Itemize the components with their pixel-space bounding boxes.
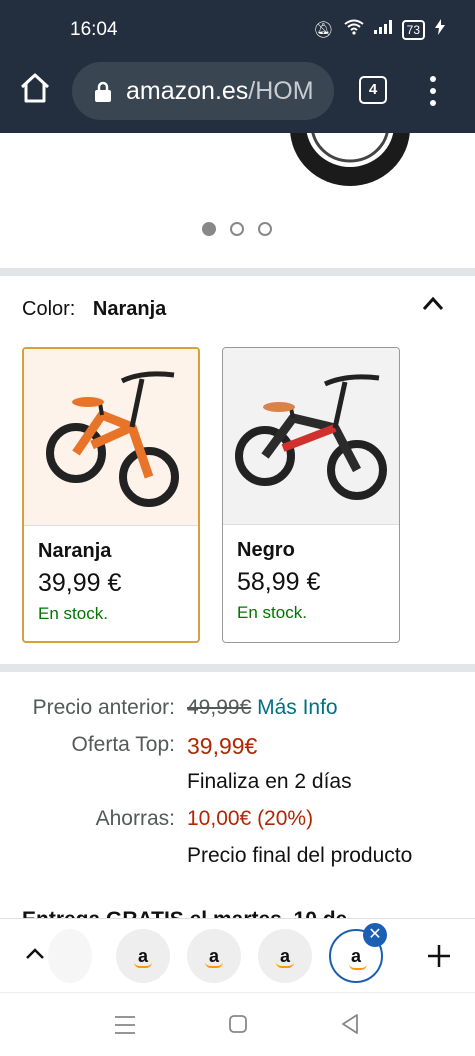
url-text: amazon.es/HOM [126,77,314,106]
color-selected-value: Naranja [92,298,167,320]
url-domain: amazon.es [126,76,249,105]
carousel-dot[interactable] [202,222,216,236]
more-info-link[interactable]: Más Info [257,696,338,719]
option-name: Negro [237,539,295,561]
color-option-info: Naranja 39,99 € En stock. [24,525,198,624]
tab-thumbnail[interactable]: a [258,929,312,983]
tab-switcher-button[interactable]: 4 [359,76,387,104]
url-path: /HOM [248,76,314,105]
offer-ends-text: Finaliza en 2 días [187,770,352,793]
offer-price: 39,99€ [187,733,258,759]
previous-price-value: 49,99€ [187,696,252,719]
chevron-up-icon[interactable] [422,294,444,312]
offer-label: Oferta Top: [71,733,175,756]
url-bar[interactable]: amazon.es/HOM [72,62,334,120]
color-option-negro[interactable]: Negro 58,99 € En stock. [222,347,400,643]
system-navigation-bar [0,992,475,1056]
overflow-menu-icon[interactable] [424,76,442,106]
home-nav-icon[interactable] [228,1014,248,1034]
carousel-dots [202,222,272,236]
bike-image-orange [24,349,198,525]
option-price: 58,99 € [237,568,321,596]
chevron-up-icon[interactable] [24,945,46,961]
wifi-icon [344,19,364,40]
section-divider [0,664,475,672]
back-icon[interactable] [340,1013,360,1035]
tab-thumbnail[interactable] [48,929,92,983]
section-divider [0,268,475,276]
lock-icon [95,81,111,102]
status-time: 16:04 [70,19,118,40]
option-stock: En stock. [237,603,307,622]
recents-icon[interactable] [114,1015,136,1035]
savings-label: Ahorras: [95,807,175,830]
color-label: Color: [22,298,76,320]
color-option-naranja[interactable]: Naranja 39,99 € En stock. [22,347,200,643]
charging-icon [435,19,445,40]
previous-price-value-group: 49,99€ Más Info [187,696,338,720]
option-name: Naranja [38,540,112,562]
color-selector-header[interactable]: Color: Naranja [22,298,166,321]
new-tab-icon[interactable] [424,941,454,971]
tab-thumbnail-active[interactable]: a ✕ [329,923,387,983]
tab-thumbnail[interactable]: a [116,929,170,983]
browser-toolbar: 16:04 🔕︎ 73 amazon.es/HOM 4 [0,0,475,133]
tab-thumbnail[interactable]: a [187,929,241,983]
bike-image-black [223,348,399,524]
signal-icon [373,20,392,39]
screen: 16:04 🔕︎ 73 amazon.es/HOM 4 Color: Naran… [0,0,475,1056]
carousel-dot[interactable] [230,222,244,236]
final-price-note: Precio final del producto [187,844,413,867]
home-button[interactable] [18,72,54,108]
product-image-wheel[interactable] [270,133,420,193]
mute-icon: 🔕︎ [313,21,334,39]
savings-value: 10,00€ (20%) [187,807,314,830]
carousel-dot[interactable] [258,222,272,236]
option-price: 39,99 € [38,569,122,597]
browser-tab-strip: a a a a ✕ [0,918,475,992]
close-tab-icon[interactable]: ✕ [363,923,387,947]
color-option-info: Negro 58,99 € En stock. [223,524,399,623]
option-stock: En stock. [38,604,108,623]
previous-price-label: Precio anterior: [32,696,175,719]
battery-icon: 73 [401,19,425,40]
status-icons: 🔕︎ 73 [313,19,445,40]
